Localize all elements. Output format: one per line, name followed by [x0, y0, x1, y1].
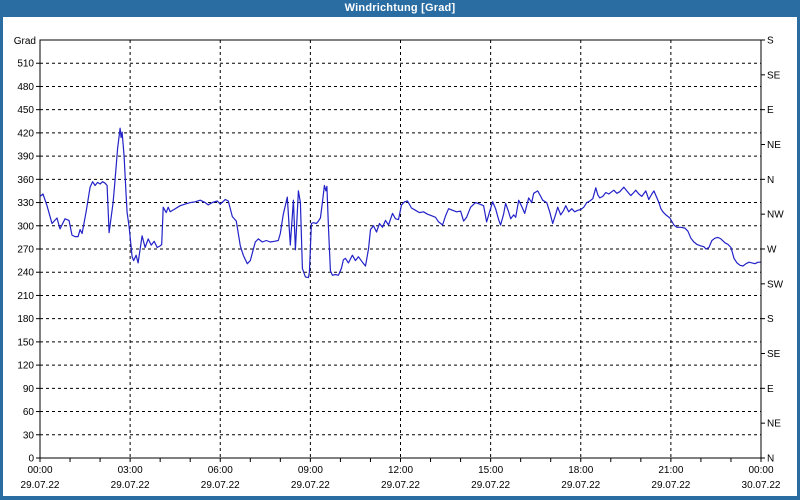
y-left-tick-label: 240: [17, 268, 34, 279]
x-tick-date-label: 29.07.22: [561, 480, 600, 491]
compass-tick-label: N: [767, 454, 774, 465]
window-title-bar: Windrichtung [Grad]: [3, 0, 797, 17]
compass-tick-label: SE: [767, 70, 781, 81]
y-left-tick-label: 480: [17, 82, 34, 93]
y-left-tick-label: 360: [17, 175, 34, 186]
x-tick-time-label: 03:00: [118, 465, 143, 476]
y-left-tick-label: 120: [17, 361, 34, 372]
compass-tick-label: NW: [767, 210, 784, 221]
x-tick-date-label: 29.07.22: [201, 480, 240, 491]
window-title: Windrichtung [Grad]: [344, 2, 456, 14]
y-left-tick-label: 210: [17, 291, 34, 302]
x-tick-date-label: 29.07.22: [651, 480, 690, 491]
compass-tick-label: S: [767, 36, 774, 47]
x-tick-date-label: 29.07.22: [471, 480, 510, 491]
compass-tick-label: E: [767, 105, 774, 116]
y-left-tick-label: 330: [17, 198, 34, 209]
x-tick-date-label: 29.07.22: [111, 480, 150, 491]
y-left-tick-label: 180: [17, 314, 34, 325]
compass-tick-label: E: [767, 384, 774, 395]
x-tick-time-label: 00:00: [748, 465, 773, 476]
x-tick-date-label: 29.07.22: [21, 480, 60, 491]
y-left-tick-label: 450: [17, 105, 34, 116]
y-left-tick-label: 0: [28, 454, 34, 465]
compass-tick-label: S: [767, 314, 774, 325]
x-tick-time-label: 00:00: [27, 465, 52, 476]
compass-tick-label: SE: [767, 349, 781, 360]
x-tick-time-label: 12:00: [388, 465, 413, 476]
y-left-tick-label: 90: [23, 384, 35, 395]
wind-direction-chart: 0 30 60 90 120 150 180 210 240 270 300 330 360 390 420…: [14, 36, 784, 492]
y-left-tick-label: 300: [17, 221, 34, 232]
y-left-tick-label: 150: [17, 337, 34, 348]
y-left-tick-label: 420: [17, 128, 34, 139]
y-left-axis-caption: Grad: [14, 36, 36, 47]
application-window: Windrichtung [Grad] 0 30 60 90 120 150 180 210 2…: [0, 0, 800, 500]
compass-tick-label: NE: [767, 140, 781, 151]
x-tick-time-label: 09:00: [298, 465, 323, 476]
y-left-tick-label: 510: [17, 59, 34, 70]
compass-tick-label: NE: [767, 419, 781, 430]
x-tick-time-label: 15:00: [478, 465, 503, 476]
compass-tick-label: SW: [767, 279, 784, 290]
x-tick-time-label: 18:00: [568, 465, 593, 476]
x-tick-date-label: 30.07.22: [742, 480, 781, 491]
y-left-tick-label: 270: [17, 245, 34, 256]
y-left-tick-label: 390: [17, 152, 34, 163]
y-left-tick-label: 30: [23, 430, 35, 441]
y-left-tick-label: 60: [23, 407, 35, 418]
x-tick-date-label: 29.07.22: [381, 480, 420, 491]
compass-tick-label: N: [767, 175, 774, 186]
x-tick-date-label: 29.07.22: [291, 480, 330, 491]
x-tick-time-label: 21:00: [658, 465, 683, 476]
x-tick-time-label: 06:00: [208, 465, 233, 476]
compass-tick-label: W: [767, 245, 777, 256]
